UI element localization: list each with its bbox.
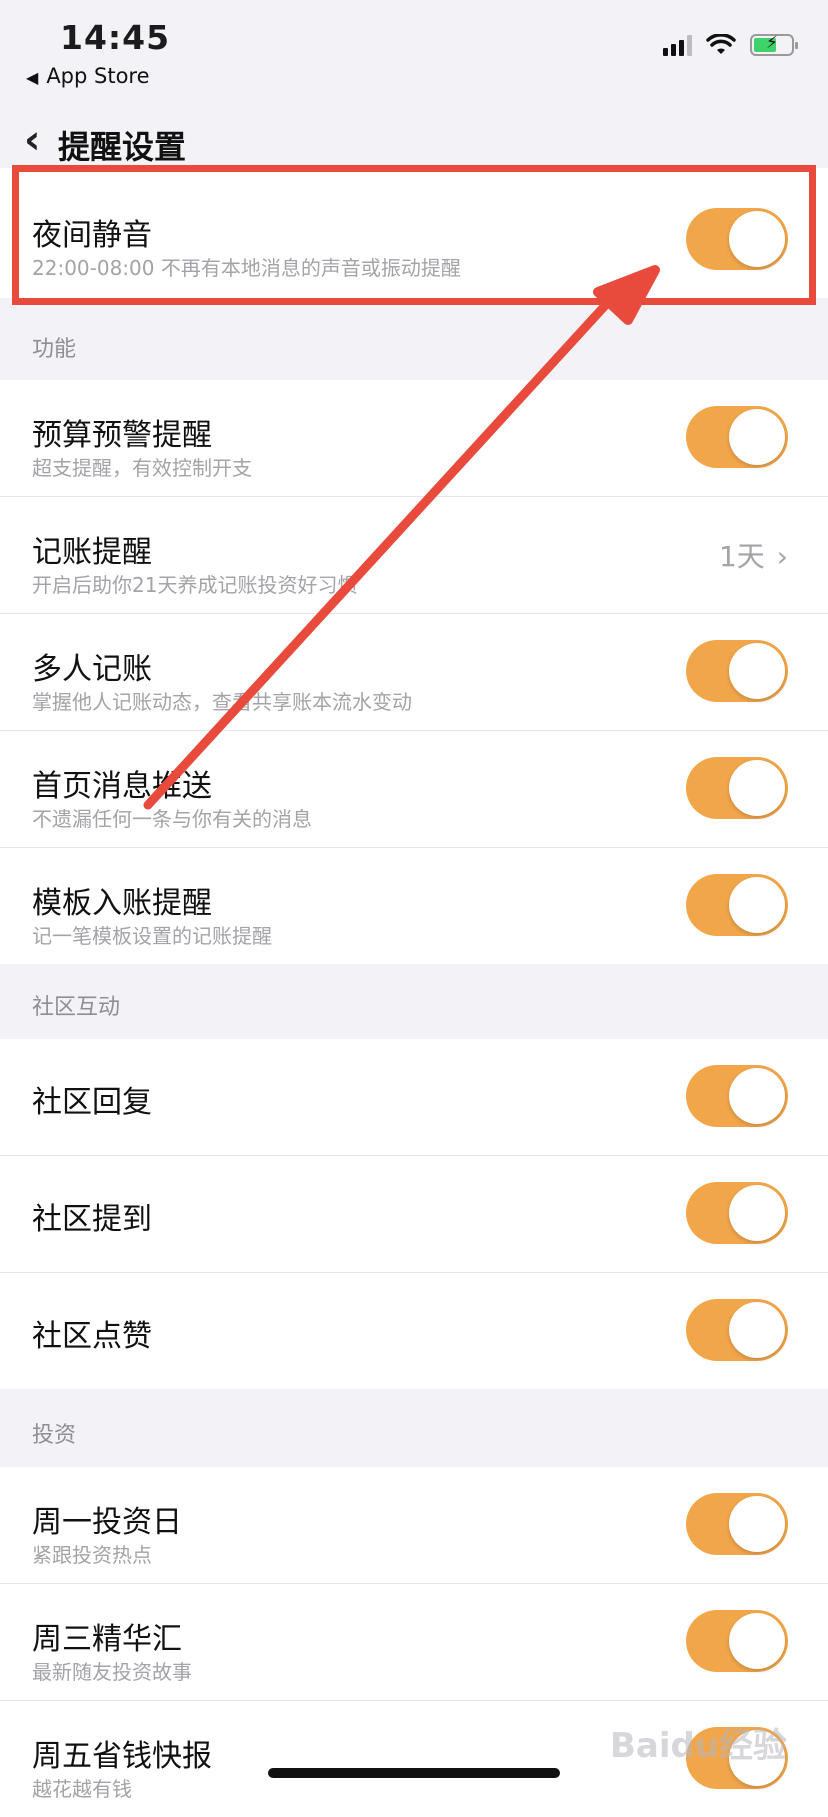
watermark-logo: Baidu经验: [610, 1726, 788, 1766]
row-subtitle: 掌握他人记账动态，查看共享账本流水变动: [32, 690, 412, 714]
battery-charging-icon: ⚡: [750, 33, 798, 56]
page-title: 提醒设置: [58, 128, 187, 166]
row-label: 记账提醒: [32, 535, 152, 570]
toggle-knob: [729, 877, 785, 933]
settings-row-community-reply[interactable]: 社区回复: [0, 1039, 828, 1156]
wednesday-digest-toggle[interactable]: [686, 1610, 788, 1672]
row-subtitle: 紧跟投资热点: [32, 1543, 152, 1567]
row-label: 社区回复: [32, 1085, 152, 1120]
section-header-features: 功能: [32, 337, 77, 362]
toggle-knob: [729, 1613, 785, 1669]
settings-row-multi-user[interactable]: 多人记账 掌握他人记账动态，查看共享账本流水变动: [0, 614, 828, 731]
reminder-value-text: 1天: [718, 540, 765, 573]
settings-row-template-reminder[interactable]: 模板入账提醒 记一笔模板设置的记账提醒: [0, 848, 828, 964]
multi-user-toggle[interactable]: [686, 640, 788, 702]
status-icons: ⚡: [663, 33, 798, 56]
row-subtitle: 开启后助你21天养成记账投资好习惯: [32, 573, 358, 597]
toggle-knob: [729, 1496, 785, 1552]
section-header-community: 社区互动: [32, 995, 121, 1020]
community-like-toggle[interactable]: [686, 1299, 788, 1361]
settings-row-community-mention[interactable]: 社区提到: [0, 1156, 828, 1273]
community-group: 社区回复 社区提到 社区点赞: [0, 1039, 828, 1389]
row-label: 周三精华汇: [32, 1622, 182, 1657]
back-app-label: App Store: [46, 64, 150, 88]
highlight-box: [12, 165, 816, 305]
settings-row-budget-alert[interactable]: 预算预警提醒 超支提醒，有效控制开支: [0, 380, 828, 497]
toggle-knob: [729, 1185, 785, 1241]
settings-row-home-push[interactable]: 首页消息推送 不遗漏任何一条与你有关的消息: [0, 731, 828, 848]
status-bar: 14:45 ◀ App Store ⚡: [0, 0, 828, 96]
chevron-right-icon: ›: [776, 540, 788, 573]
budget-alert-toggle[interactable]: [686, 406, 788, 468]
navigation-bar: ‹ 提醒设置: [0, 110, 828, 170]
home-indicator[interactable]: [268, 1768, 560, 1778]
template-reminder-toggle[interactable]: [686, 874, 788, 936]
row-label: 首页消息推送: [32, 769, 212, 804]
back-triangle-icon: ◀: [26, 68, 39, 87]
back-to-app-store[interactable]: ◀ App Store: [26, 64, 150, 88]
row-label: 周五省钱快报: [32, 1739, 212, 1774]
community-mention-toggle[interactable]: [686, 1182, 788, 1244]
row-subtitle: 记一笔模板设置的记账提醒: [32, 924, 272, 948]
row-label: 社区提到: [32, 1202, 152, 1237]
row-label: 周一投资日: [32, 1505, 182, 1540]
row-label: 社区点赞: [32, 1319, 152, 1354]
wifi-icon: [706, 34, 736, 54]
status-time: 14:45: [60, 18, 171, 57]
reminder-value[interactable]: 1天 ›: [719, 535, 788, 575]
row-subtitle: 超支提醒，有效控制开支: [32, 456, 252, 480]
row-label: 多人记账: [32, 652, 152, 687]
settings-row-bookkeeping-reminder[interactable]: 记账提醒 开启后助你21天养成记账投资好习惯 1天 ›: [0, 497, 828, 614]
home-push-toggle[interactable]: [686, 757, 788, 819]
row-subtitle: 最新随友投资故事: [32, 1660, 192, 1684]
toggle-knob: [729, 760, 785, 816]
row-subtitle: 不遗漏任何一条与你有关的消息: [32, 807, 312, 831]
monday-invest-toggle[interactable]: [686, 1493, 788, 1555]
toggle-knob: [729, 409, 785, 465]
settings-row-community-like[interactable]: 社区点赞: [0, 1273, 828, 1389]
cellular-signal-icon: [663, 34, 692, 56]
back-chevron-icon[interactable]: ‹: [24, 120, 40, 160]
row-label: 模板入账提醒: [32, 886, 212, 921]
section-header-invest: 投资: [32, 1423, 77, 1448]
features-group: 预算预警提醒 超支提醒，有效控制开支 记账提醒 开启后助你21天养成记账投资好习…: [0, 380, 828, 964]
community-reply-toggle[interactable]: [686, 1065, 788, 1127]
toggle-knob: [729, 1302, 785, 1358]
settings-row-monday-invest[interactable]: 周一投资日 紧跟投资热点: [0, 1467, 828, 1584]
row-label: 预算预警提醒: [32, 418, 212, 453]
toggle-knob: [729, 1068, 785, 1124]
row-subtitle: 越花越有钱: [32, 1777, 132, 1801]
settings-row-wednesday-digest[interactable]: 周三精华汇 最新随友投资故事: [0, 1584, 828, 1701]
toggle-knob: [729, 643, 785, 699]
